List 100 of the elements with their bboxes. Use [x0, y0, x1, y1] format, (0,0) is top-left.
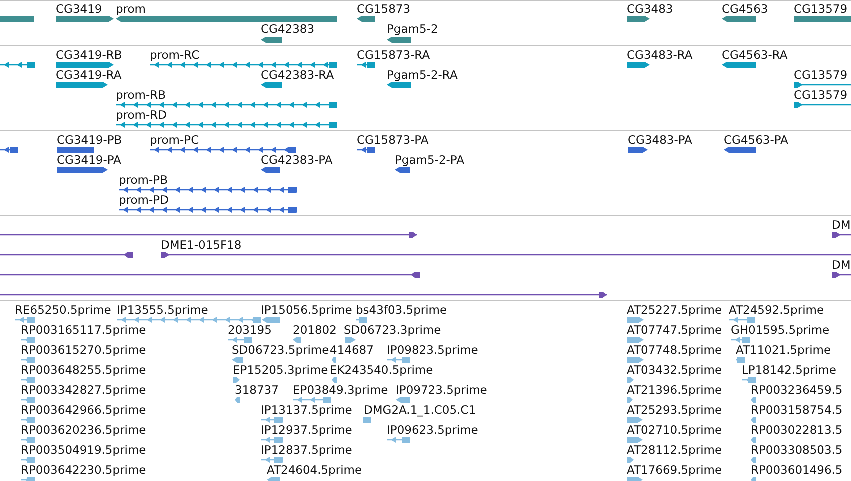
feature-glyph[interactable]: [0, 272, 420, 278]
feature-label: AT03432.5prime: [627, 363, 722, 377]
feature-label: 414687: [330, 343, 374, 357]
feature-label: IP15056.5prime: [261, 303, 352, 317]
feature-label: AT17669.5prime: [627, 463, 722, 477]
feature-label: AT07748.5prime: [627, 343, 722, 357]
feature-label: RP003601496.5: [751, 463, 843, 477]
feature-glyph[interactable]: [57, 167, 108, 173]
feature-glyph[interactable]: [0, 147, 18, 153]
feature-label: CG3419: [56, 2, 102, 16]
feature-glyph[interactable]: [627, 62, 650, 68]
feature-glyph[interactable]: [150, 62, 337, 68]
feature-glyph[interactable]: [0, 62, 35, 68]
feature-label: IP12837.5prime: [261, 443, 352, 457]
feature-glyph[interactable]: [0, 252, 133, 258]
feature-label: RP003165117.5prime: [21, 323, 146, 337]
feature-label: AT07747.5prime: [627, 323, 722, 337]
feature-label: IP09823.5prime: [387, 343, 478, 357]
feature-label: RP003308503.5: [751, 443, 843, 457]
feature-label: IP13137.5prime: [261, 403, 352, 417]
feature-label: DM: [832, 218, 851, 232]
feature-glyph[interactable]: [794, 82, 851, 88]
feature-label: prom-RC: [150, 48, 200, 62]
feature-label: EP15205.3prime: [233, 363, 328, 377]
feature-label: CG42383-PA: [261, 153, 333, 167]
feature-label: AT25227.5prime: [627, 303, 722, 317]
feature-label: EP03849.3prime: [293, 383, 388, 397]
feature-label: CG42383-RA: [261, 68, 334, 82]
feature-label: RP003236459.5: [751, 383, 843, 397]
feature-glyph[interactable]: [357, 147, 375, 153]
feature-label: RP003642966.5prime: [21, 403, 146, 417]
feature-glyph[interactable]: [794, 102, 851, 108]
feature-label: AT24604.5prime: [267, 463, 362, 477]
feature-label: CG3483-RA: [627, 48, 693, 62]
feature-label: prom-PC: [150, 133, 200, 147]
feature-label: SD06723.3prime: [344, 323, 442, 337]
feature-label: CG3483-PA: [628, 133, 692, 147]
feature-label: prom-RB: [116, 88, 166, 102]
feature-glyph[interactable]: [387, 82, 411, 88]
feature-label: 318737: [235, 383, 279, 397]
feature-label: Pgam5-2-RA: [387, 68, 458, 82]
feature-label: RP003342827.5prime: [21, 383, 146, 397]
feature-glyph[interactable]: [261, 82, 282, 88]
feature-label: EK243540.5prime: [330, 363, 434, 377]
feature-glyph[interactable]: [722, 16, 756, 22]
feature-glyph[interactable]: [832, 232, 851, 238]
feature-glyph[interactable]: [832, 272, 851, 278]
feature-label: AT02710.5prime: [627, 423, 722, 437]
feature-label: CG15873-RA: [357, 48, 430, 62]
feature-label: GH01595.5prime: [731, 323, 830, 337]
feature-label: AT25293.5prime: [627, 403, 722, 417]
feature-label: CG3419-RA: [56, 68, 122, 82]
feature-label: CG3483: [627, 2, 674, 16]
feature-label: IP09723.5prime: [396, 383, 488, 397]
feature-glyph[interactable]: [357, 62, 375, 68]
feature-label: RP003615270.5prime: [21, 343, 146, 357]
feature-label: SD06723.5prime: [232, 343, 330, 357]
feature-label: 203195: [228, 323, 272, 337]
feature-glyph[interactable]: [119, 207, 297, 213]
feature-label: Pgam5-2-PA: [395, 153, 464, 167]
feature-label: CG13579: [794, 68, 848, 82]
feature-glyph[interactable]: [150, 147, 296, 153]
feature-label: CG13579: [794, 2, 848, 16]
feature-label: IP12937.5prime: [261, 423, 352, 437]
feature-glyph[interactable]: [357, 16, 375, 22]
feature-label: RP003620236.5prime: [21, 423, 146, 437]
feature-label: AT11021.5prime: [736, 343, 832, 357]
feature-label: RP003022813.5: [751, 423, 843, 437]
feature-glyph[interactable]: [724, 147, 756, 153]
feature-glyph[interactable]: [119, 187, 297, 193]
feature-label: AT24592.5prime: [729, 303, 824, 317]
feature-label: CG15873-PA: [357, 133, 429, 147]
feature-label: CG4563: [722, 2, 768, 16]
feature-label: RP003158754.5: [751, 403, 843, 417]
feature-glyph[interactable]: [261, 37, 282, 43]
feature-label: IP13555.5prime: [117, 303, 208, 317]
feature-glyph[interactable]: [56, 62, 114, 68]
feature-label: CG42383: [261, 22, 315, 36]
feature-label: RP003648255.5prime: [21, 363, 146, 377]
feature-glyph[interactable]: [261, 167, 280, 173]
feature-label: prom-PB: [119, 173, 168, 187]
feature-glyph[interactable]: [395, 167, 410, 173]
feature-label: AT28112.5prime: [627, 443, 722, 457]
feature-label: DMG2A.1_1.C05.C1: [364, 403, 476, 417]
feature-glyph[interactable]: [116, 122, 337, 128]
feature-glyph[interactable]: [56, 82, 108, 88]
feature-glyph[interactable]: [56, 16, 114, 22]
feature-label: DME1-015F18: [161, 238, 242, 252]
feature-glyph[interactable]: [0, 292, 607, 298]
feature-glyph[interactable]: [628, 147, 648, 153]
feature-glyph[interactable]: [161, 252, 851, 258]
feature-glyph[interactable]: [627, 16, 650, 22]
feature-label: RP003642230.5prime: [21, 463, 146, 477]
feature-label: CG15873: [357, 2, 411, 16]
feature-glyph[interactable]: [387, 37, 411, 43]
feature-glyph[interactable]: [116, 102, 337, 108]
feature-glyph[interactable]: [722, 62, 756, 68]
feature-label: prom-RD: [116, 108, 168, 122]
feature-label: RE65250.5prime: [15, 303, 112, 317]
feature-glyph[interactable]: [0, 232, 417, 238]
